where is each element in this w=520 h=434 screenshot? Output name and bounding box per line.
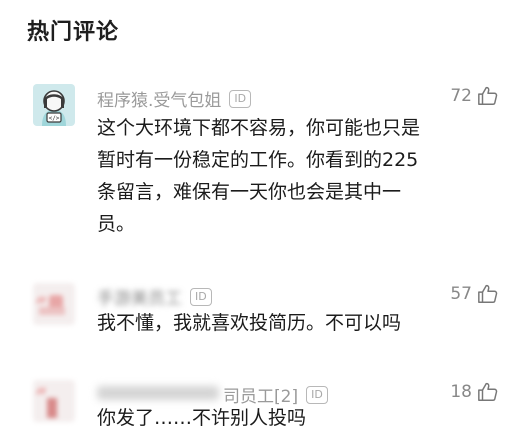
username-row: 程序猿.受气包姐 ID <box>97 86 252 111</box>
username-row: 手游美员工 ID <box>97 284 212 309</box>
blurred-username-prefix <box>97 386 219 400</box>
thumbs-up-icon[interactable] <box>477 85 499 107</box>
comment-text: 这个大环境下都不容易，你可能也只是暂时有一份稳定的工作。你看到的225条留言，难… <box>97 117 421 235</box>
like-button[interactable]: 57 <box>450 283 499 305</box>
programmer-girl-avatar-icon[interactable]: </> <box>33 84 75 126</box>
svg-text:</>: </> <box>49 115 60 122</box>
comment-text: 我不懂，我就喜欢投简历。不可以吗 <box>97 312 402 334</box>
comment-text: 你发了……不许别人投吗 <box>97 407 307 429</box>
like-button[interactable]: 72 <box>450 85 499 107</box>
like-button[interactable]: 18 <box>450 381 499 403</box>
like-count: 18 <box>450 382 472 402</box>
id-badge: ID <box>306 385 328 404</box>
blurred-avatar-icon[interactable] <box>33 380 75 422</box>
id-badge: ID <box>229 89 252 108</box>
blurred-avatar-icon[interactable] <box>33 283 75 325</box>
id-badge: ID <box>190 287 212 306</box>
username[interactable]: 程序猿.受气包姐 <box>97 86 221 111</box>
username[interactable]: 手游美员工 <box>97 284 182 309</box>
thumbs-up-icon[interactable] <box>477 381 499 403</box>
like-count: 57 <box>450 284 472 304</box>
section-title: 热门评论 <box>27 20 120 45</box>
thumbs-up-icon[interactable] <box>477 283 499 305</box>
like-count: 72 <box>450 86 472 106</box>
